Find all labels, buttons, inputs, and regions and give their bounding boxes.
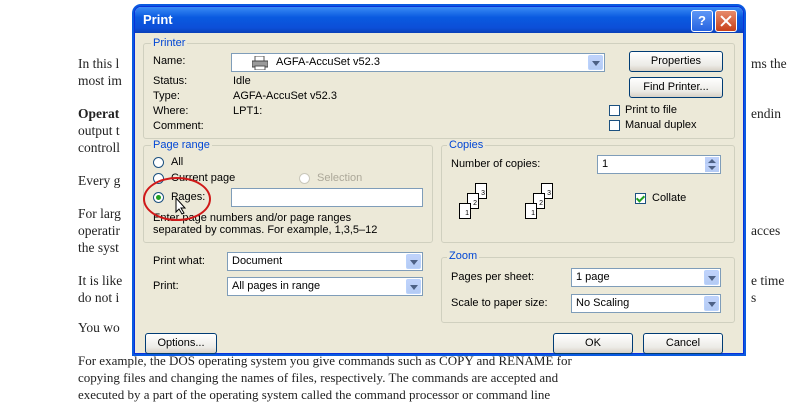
- chevron-down-icon[interactable]: [588, 55, 603, 70]
- type-value: AGFA-AccuSet v52.3: [233, 90, 337, 102]
- dialog-title: Print: [143, 12, 173, 27]
- doc-line: For larg: [78, 206, 121, 221]
- print-label: Print:: [153, 280, 179, 292]
- print-what-dropdown[interactable]: Document: [227, 252, 423, 271]
- doc-line: Every g: [78, 173, 121, 188]
- doc-fragment: endin: [751, 106, 781, 121]
- zoom-group: [441, 257, 735, 323]
- type-label: Type:: [153, 90, 180, 102]
- printer-group-title: Printer: [151, 37, 188, 49]
- doc-line: Operat: [78, 106, 120, 121]
- comment-label: Comment:: [153, 120, 204, 132]
- page-icon: 1: [525, 203, 537, 219]
- title-bar[interactable]: Print ?: [135, 7, 743, 33]
- print-what-label: Print what:: [153, 255, 205, 267]
- zoom-group-title: Zoom: [447, 250, 480, 262]
- doc-line: executed by a part of the operating syst…: [78, 387, 551, 402]
- print-to-file-checkbox[interactable]: [609, 105, 620, 116]
- doc-line: operatir: [78, 223, 120, 238]
- collate-checkbox[interactable]: [635, 193, 646, 204]
- print-to-file-label: Print to file: [625, 104, 677, 116]
- print-dropdown[interactable]: All pages in range: [227, 277, 423, 296]
- doc-line: controll: [78, 140, 120, 155]
- pages-per-sheet-label: Pages per sheet:: [451, 271, 535, 283]
- doc-line: For example, the DOS operating system yo…: [78, 353, 572, 368]
- spin-down-icon[interactable]: [705, 164, 719, 172]
- chevron-down-icon[interactable]: [704, 296, 719, 311]
- number-of-copies-label: Number of copies:: [451, 158, 541, 170]
- doc-fragment: acces: [751, 223, 781, 238]
- collate-label: Collate: [652, 192, 687, 204]
- doc-fragment: ms the: [751, 56, 787, 71]
- printer-name-value: AGFA-AccuSet v52.3: [276, 56, 380, 68]
- cancel-button[interactable]: Cancel: [643, 333, 723, 354]
- print-what-value: Document: [232, 255, 283, 267]
- status-value: Idle: [233, 75, 251, 87]
- doc-line: In this l: [78, 56, 120, 71]
- printer-name-dropdown[interactable]: AGFA-AccuSet v52.3: [231, 53, 605, 72]
- scale-to-paper-value: No Scaling: [576, 297, 630, 309]
- scale-to-paper-dropdown[interactable]: No Scaling: [571, 294, 721, 313]
- ok-button[interactable]: OK: [553, 333, 633, 354]
- page-icon: 1: [459, 203, 471, 219]
- printer-name-label: Name:: [153, 55, 186, 67]
- chevron-down-icon[interactable]: [406, 279, 421, 294]
- pages-input[interactable]: [231, 188, 423, 207]
- copies-group-title: Copies: [447, 139, 486, 151]
- doc-line: copying files and changing the names of …: [78, 370, 559, 385]
- number-of-copies-spinner[interactable]: 1: [597, 155, 721, 174]
- number-of-copies-value: 1: [602, 158, 609, 170]
- mouse-cursor-icon: [175, 197, 187, 215]
- doc-line: It is like: [78, 273, 123, 288]
- printer-icon: [252, 56, 268, 70]
- doc-line: do not i: [78, 290, 120, 305]
- find-printer-button[interactable]: Find Printer...: [629, 77, 723, 98]
- options-button[interactable]: Options...: [145, 333, 217, 354]
- chevron-down-icon[interactable]: [704, 270, 719, 285]
- properties-button[interactable]: Properties: [629, 51, 723, 72]
- all-pages-label: All: [171, 156, 184, 168]
- close-icon[interactable]: [715, 10, 737, 32]
- doc-line: the syst: [78, 240, 119, 255]
- doc-fragment: s: [751, 290, 757, 305]
- all-pages-radio[interactable]: [153, 157, 164, 168]
- doc-fragment: e time: [751, 273, 785, 288]
- where-label: Where:: [153, 105, 189, 117]
- doc-line: output t: [78, 123, 120, 138]
- print-dialog: Print ? Printer Name: AGFA-AccuSet v52.3…: [134, 6, 744, 354]
- manual-duplex-label: Manual duplex: [625, 119, 697, 131]
- help-button[interactable]: ?: [691, 10, 713, 32]
- pages-per-sheet-value: 1 page: [576, 271, 610, 283]
- status-label: Status:: [153, 75, 188, 87]
- page-range-group-title: Page range: [151, 139, 212, 151]
- print-value: All pages in range: [232, 280, 321, 292]
- manual-duplex-checkbox[interactable]: [609, 120, 620, 131]
- doc-line: most im: [78, 73, 122, 88]
- selection-label: Selection: [317, 172, 363, 184]
- chevron-down-icon[interactable]: [406, 254, 421, 269]
- selection-radio[interactable]: [299, 173, 310, 184]
- where-value: LPT1:: [233, 105, 263, 117]
- scale-to-paper-label: Scale to paper size:: [451, 297, 548, 309]
- pages-per-sheet-dropdown[interactable]: 1 page: [571, 268, 721, 287]
- doc-line: You wo: [78, 320, 120, 335]
- page-range-help-line-2: separated by commas. For example, 1,3,5–…: [153, 224, 378, 236]
